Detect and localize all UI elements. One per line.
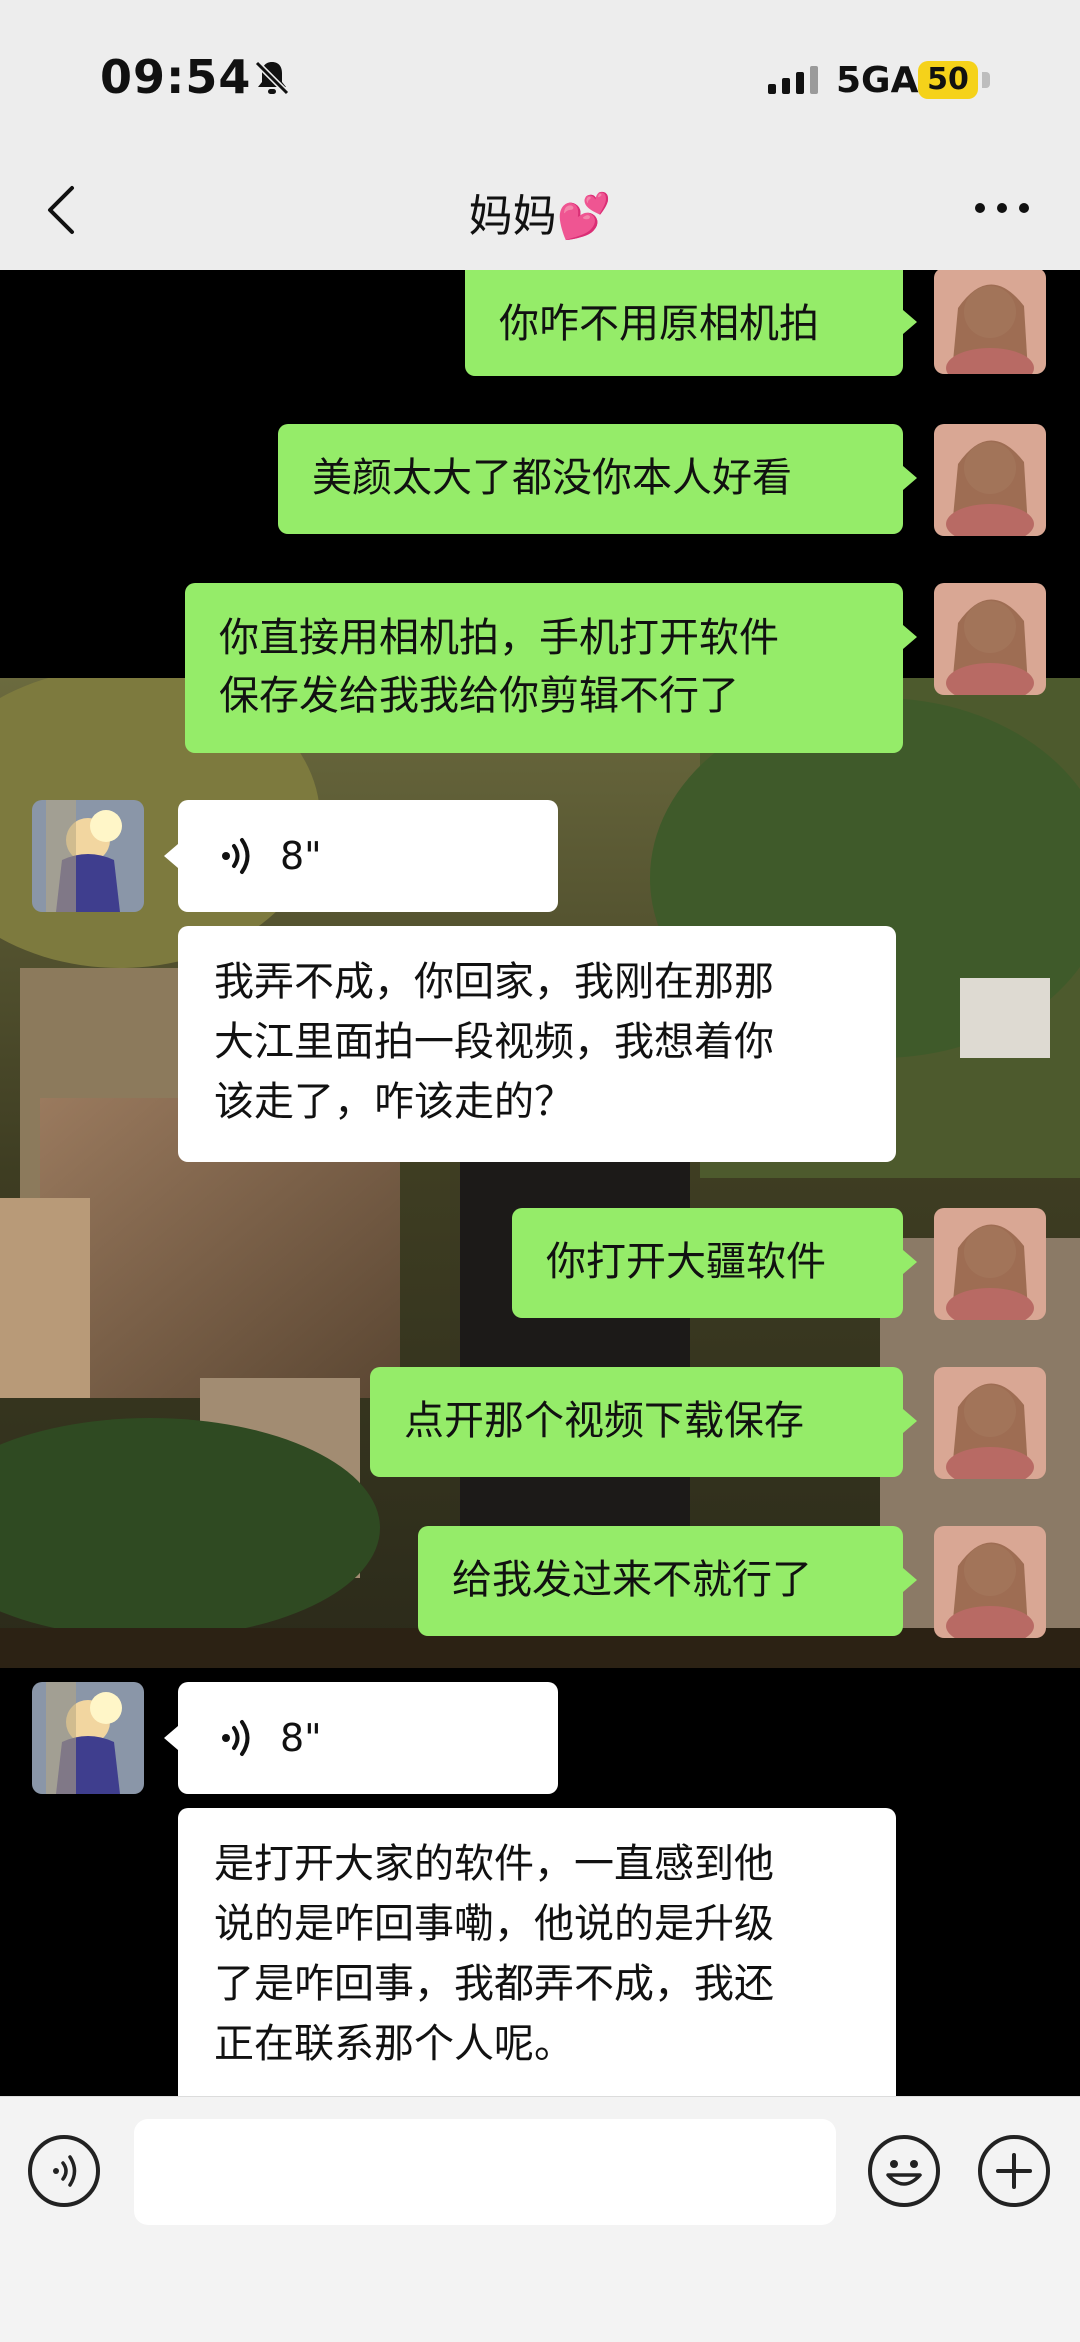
bubble-line: 你直接用相机拍，手机打开软件: [219, 615, 779, 661]
my-bubble[interactable]: 美颜太大了都没你本人好看: [278, 424, 903, 534]
chat-area: 你咋不用原相机拍 美颜太大了都没你本人好看 你直接用相机拍，手机打开软件 保存发…: [0, 270, 1080, 2096]
my-avatar[interactable]: [934, 424, 1046, 536]
my-bubble[interactable]: 你直接用相机拍，手机打开软件 保存发给我我给你剪辑不行了: [185, 583, 903, 753]
more-dots-icon[interactable]: [972, 198, 1032, 218]
battery-tip: [982, 72, 990, 88]
signal-icon: [768, 66, 818, 94]
chat-header: 妈妈💕: [0, 150, 1080, 270]
input-bar: [0, 2096, 1080, 2342]
bubble-line: 了是咋回事，我都弄不成，我还: [214, 1961, 774, 2007]
bubble-line: 保存发给我我给你剪辑不行了: [219, 673, 739, 719]
bubble-tail: [903, 1568, 917, 1592]
my-avatar[interactable]: [934, 1526, 1046, 1638]
voice-duration: 8": [280, 834, 322, 878]
voice-wave-icon: [222, 1720, 250, 1756]
mom-avatar[interactable]: [32, 1682, 144, 1794]
bubble-tail: [164, 1726, 178, 1750]
their-bubble[interactable]: 是打开大家的软件，一直感到他 说的是咋回事嘞，他说的是升级 了是咋回事，我都弄不…: [178, 1808, 896, 2096]
voice-input-icon[interactable]: [28, 2135, 100, 2207]
chat-title: 妈妈💕: [468, 191, 612, 242]
voice-duration: 8": [280, 1716, 322, 1760]
bubble-tail: [903, 466, 917, 490]
my-bubble[interactable]: 点开那个视频下载保存: [370, 1367, 903, 1477]
battery-level: 50: [918, 61, 978, 99]
bubble-line: 该走了，咋该走的？: [214, 1079, 574, 1125]
my-bubble[interactable]: 你打开大疆软件: [512, 1208, 903, 1318]
bubble-tail: [903, 1250, 917, 1274]
bubble-line: 正在联系那个人呢。: [214, 2021, 574, 2067]
network-type: 5GA: [836, 60, 919, 101]
voice-message[interactable]: 8": [178, 800, 558, 912]
status-bar: 09:54 5GA 50: [0, 0, 1080, 150]
bubble-tail: [903, 625, 917, 649]
bubble-line: 说的是咋回事嘞，他说的是升级: [214, 1901, 774, 1947]
bubble-tail: [903, 310, 917, 334]
voice-wave-icon: [222, 838, 250, 874]
emoji-icon[interactable]: [868, 2135, 940, 2207]
bubble-tail: [903, 1409, 917, 1433]
my-avatar[interactable]: [934, 1367, 1046, 1479]
my-avatar[interactable]: [934, 583, 1046, 695]
message-input[interactable]: [134, 2119, 836, 2225]
status-time: 09:54: [100, 50, 252, 104]
my-bubble[interactable]: 给我发过来不就行了: [418, 1526, 903, 1636]
mom-avatar[interactable]: [32, 800, 144, 912]
my-bubble[interactable]: 你咋不用原相机拍: [465, 270, 903, 376]
bell-muted-icon: [254, 60, 290, 96]
my-avatar[interactable]: [934, 270, 1046, 374]
bubble-line: 大江里面拍一段视频，我想着你: [214, 1019, 774, 1065]
my-avatar[interactable]: [934, 1208, 1046, 1320]
bubble-tail: [164, 844, 178, 868]
add-plus-icon[interactable]: [978, 2135, 1050, 2207]
bubble-line: 是打开大家的软件，一直感到他: [214, 1841, 774, 1887]
their-bubble[interactable]: 我弄不成，你回家，我刚在那那 大江里面拍一段视频，我想着你 该走了，咋该走的？: [178, 926, 896, 1162]
bubble-line: 我弄不成，你回家，我刚在那那: [214, 959, 774, 1005]
voice-message[interactable]: 8": [178, 1682, 558, 1794]
